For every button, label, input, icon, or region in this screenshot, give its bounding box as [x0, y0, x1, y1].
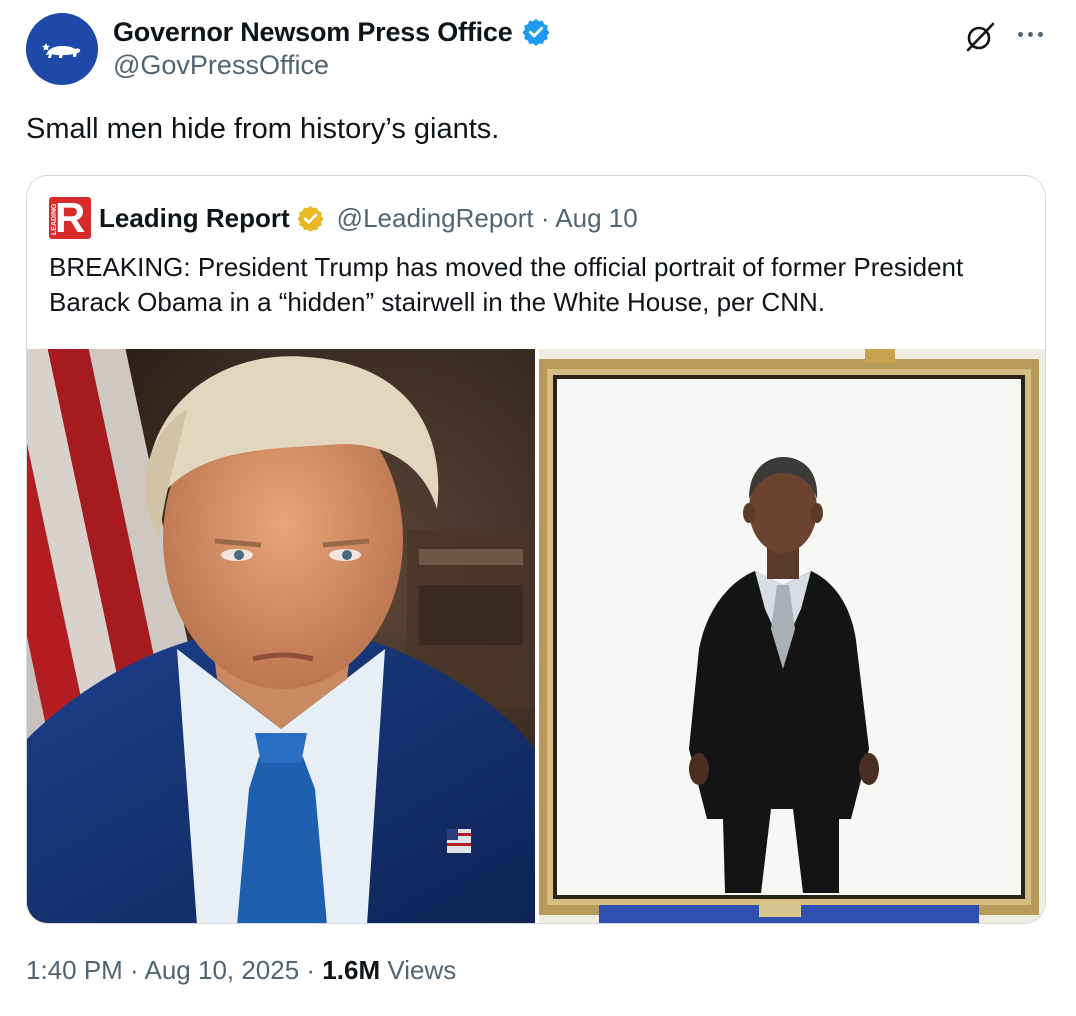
more-icon	[1037, 31, 1043, 37]
view-count: 1.6M	[322, 955, 381, 985]
tweet: Governor Newsom Press Office @GovPressOf…	[0, 0, 1076, 1016]
grok-icon	[966, 22, 995, 52]
more-icon	[1017, 31, 1023, 37]
quoted-handle-date[interactable]: @LeadingReport · Aug 10	[337, 203, 638, 234]
quoted-tweet-text: BREAKING: President Trump has moved the …	[49, 252, 964, 317]
views-label: Views	[380, 955, 457, 985]
grok-button[interactable]	[962, 19, 998, 55]
california-bear-icon	[26, 13, 98, 85]
quoted-tweet-header: R LEADING Leading Report @LeadingReport …	[49, 197, 638, 239]
timestamp[interactable]: 1:40 PM · Aug 10, 2025 ·	[26, 955, 322, 986]
more-icon	[1027, 31, 1033, 37]
tweet-metadata: 1:40 PM · Aug 10, 2025 · 1.6M Views	[26, 955, 456, 986]
more-options-button[interactable]	[1010, 19, 1050, 49]
logo-text: LEADING	[51, 203, 58, 236]
tweet-text: Small men hide from history’s giants.	[26, 113, 500, 145]
trump-portrait-image[interactable]	[27, 349, 535, 923]
quoted-display-name[interactable]: Leading Report	[99, 203, 290, 234]
verified-badge-icon[interactable]	[521, 17, 551, 47]
author-avatar[interactable]	[26, 13, 98, 85]
author-handle[interactable]: @GovPressOffice	[113, 50, 329, 81]
quoted-tweet[interactable]: R LEADING Leading Report @LeadingReport …	[26, 175, 1046, 924]
author-display-name[interactable]: Governor Newsom Press Office	[113, 17, 513, 48]
author-name-row: Governor Newsom Press Office	[113, 15, 551, 49]
quoted-media-grid	[27, 349, 1045, 923]
gold-verified-badge-icon[interactable]	[296, 204, 325, 233]
leading-report-avatar[interactable]: R LEADING	[49, 197, 91, 239]
obama-portrait-image[interactable]	[539, 349, 1045, 923]
